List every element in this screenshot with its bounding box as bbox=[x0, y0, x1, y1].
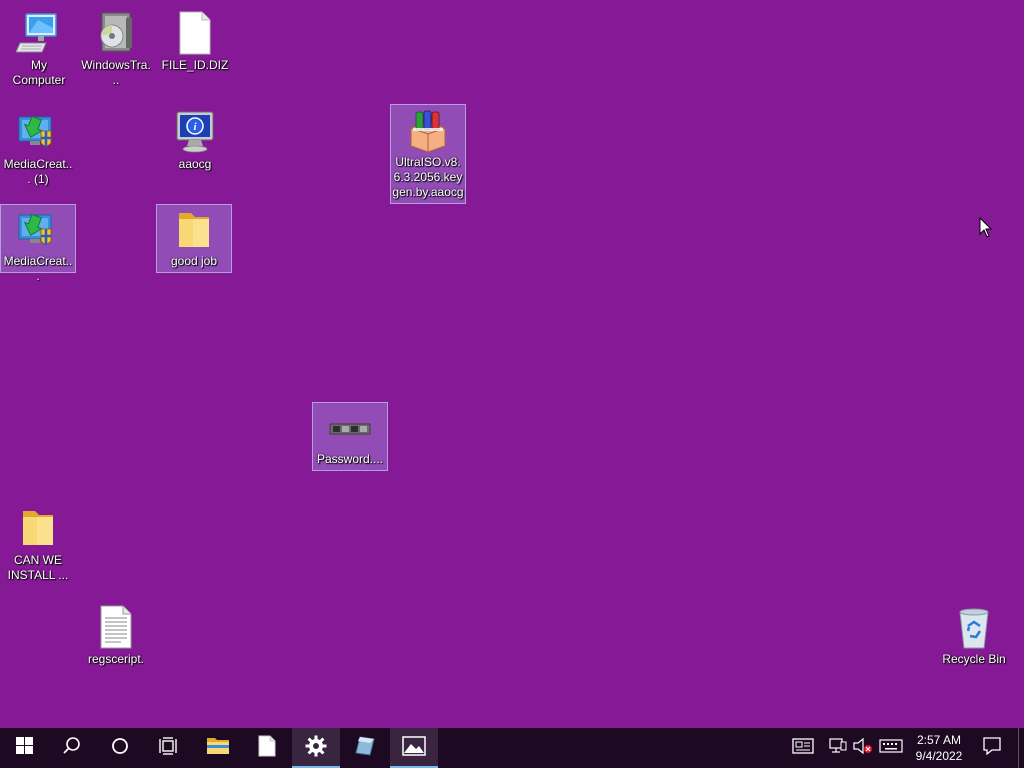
photos-button[interactable] bbox=[390, 728, 438, 768]
icon-label: CAN WE INSTALL ... bbox=[7, 553, 69, 582]
icon-label: MediaCreat... (1) bbox=[3, 157, 73, 186]
desktop-icon-my-computer[interactable]: My Computer bbox=[1, 6, 77, 92]
folder-icon bbox=[14, 504, 62, 552]
desktop-icon-password[interactable]: Password.... bbox=[312, 402, 388, 471]
desktop-icon-ultraiso-keygen[interactable]: UltraISO.v8.6.3.2056.keygen.by.aaocg bbox=[390, 104, 466, 204]
desktop-icon-can-we-install-folder[interactable]: CAN WE INSTALL ... bbox=[0, 501, 76, 587]
icon-label: regsceript. bbox=[87, 652, 145, 666]
desktop-icon-file-id-diz[interactable]: FILE_ID.DIZ bbox=[157, 6, 233, 77]
volume-muted-icon bbox=[853, 737, 873, 759]
desktop-icon-windows-transformation[interactable]: WindowsTra... bbox=[78, 6, 154, 92]
icon-label: FILE_ID.DIZ bbox=[161, 58, 229, 72]
computer-icon bbox=[15, 9, 63, 57]
network-button[interactable] bbox=[827, 728, 849, 768]
start-button[interactable] bbox=[0, 728, 48, 768]
windows-logo-icon bbox=[15, 737, 33, 759]
task-view-icon bbox=[158, 736, 178, 760]
desktop-icon-recycle-bin[interactable]: Recycle Bin bbox=[936, 600, 1012, 671]
icon-label: MediaCreat... bbox=[3, 254, 73, 283]
installer-disc-icon bbox=[92, 9, 140, 57]
mouse-cursor-icon bbox=[979, 216, 993, 244]
icon-label: aaocg bbox=[178, 157, 212, 171]
desktop-icon-aaocg[interactable]: i aaocg bbox=[157, 105, 233, 176]
icon-label: good job bbox=[170, 254, 218, 268]
keyboard-icon bbox=[879, 738, 903, 758]
photos-icon bbox=[402, 735, 426, 761]
news-icon bbox=[792, 737, 814, 759]
folder-icon bbox=[170, 207, 218, 253]
cortana-button[interactable] bbox=[96, 728, 144, 768]
notifications-button[interactable] bbox=[978, 728, 1006, 768]
show-desktop-button[interactable] bbox=[1018, 728, 1024, 768]
icon-label: WindowsTra... bbox=[81, 58, 151, 87]
settings-button[interactable] bbox=[292, 728, 340, 768]
desktop-icon-regsceript[interactable]: regsceript. bbox=[78, 600, 154, 671]
gear-icon bbox=[305, 735, 327, 762]
network-icon bbox=[829, 737, 847, 759]
desktop[interactable]: My Computer WindowsTra... FILE_ID.DIZ Me… bbox=[0, 0, 1024, 728]
taskbar: 2:57 AM 9/4/2022 bbox=[0, 728, 1024, 768]
search-button[interactable] bbox=[48, 728, 96, 768]
notification-icon bbox=[983, 736, 1001, 760]
text-file-icon bbox=[92, 603, 140, 651]
clock-time: 2:57 AM bbox=[916, 733, 962, 747]
clock-date: 9/4/2022 bbox=[915, 749, 963, 763]
app-button[interactable] bbox=[341, 728, 389, 768]
blank-file-icon bbox=[171, 9, 219, 57]
desktop-icon-good-job-folder[interactable]: good job bbox=[156, 204, 232, 273]
password-image-icon bbox=[326, 405, 374, 451]
clock[interactable]: 2:57 AM 9/4/2022 bbox=[908, 728, 970, 768]
media-creation-tool-icon bbox=[14, 207, 62, 253]
desktop-icon-media-creation-tool[interactable]: MediaCreat... bbox=[0, 204, 76, 283]
media-creation-tool-icon bbox=[14, 108, 62, 156]
info-monitor-icon: i bbox=[171, 108, 219, 156]
icon-label: Password.... bbox=[316, 452, 384, 466]
icon-label: UltraISO.v8.6.3.2056.keygen.by.aaocg bbox=[392, 155, 464, 199]
icon-label: My Computer bbox=[12, 58, 66, 87]
winrar-archive-icon bbox=[404, 107, 452, 154]
folder-icon bbox=[206, 736, 230, 761]
recycle-bin-icon bbox=[950, 603, 998, 651]
search-icon bbox=[63, 736, 81, 760]
news-widget-button[interactable] bbox=[789, 728, 817, 768]
file-explorer-button[interactable] bbox=[194, 728, 242, 768]
task-view-button[interactable] bbox=[144, 728, 192, 768]
cortana-circle-icon bbox=[111, 737, 129, 760]
app-tile-icon bbox=[354, 735, 376, 762]
desktop-icon-media-creation-tool-1[interactable]: MediaCreat... (1) bbox=[0, 105, 76, 191]
document-icon bbox=[258, 735, 276, 762]
volume-button[interactable] bbox=[852, 728, 874, 768]
icon-label: Recycle Bin bbox=[942, 652, 1006, 666]
notepad-button[interactable] bbox=[243, 728, 291, 768]
keyboard-button[interactable] bbox=[877, 728, 905, 768]
